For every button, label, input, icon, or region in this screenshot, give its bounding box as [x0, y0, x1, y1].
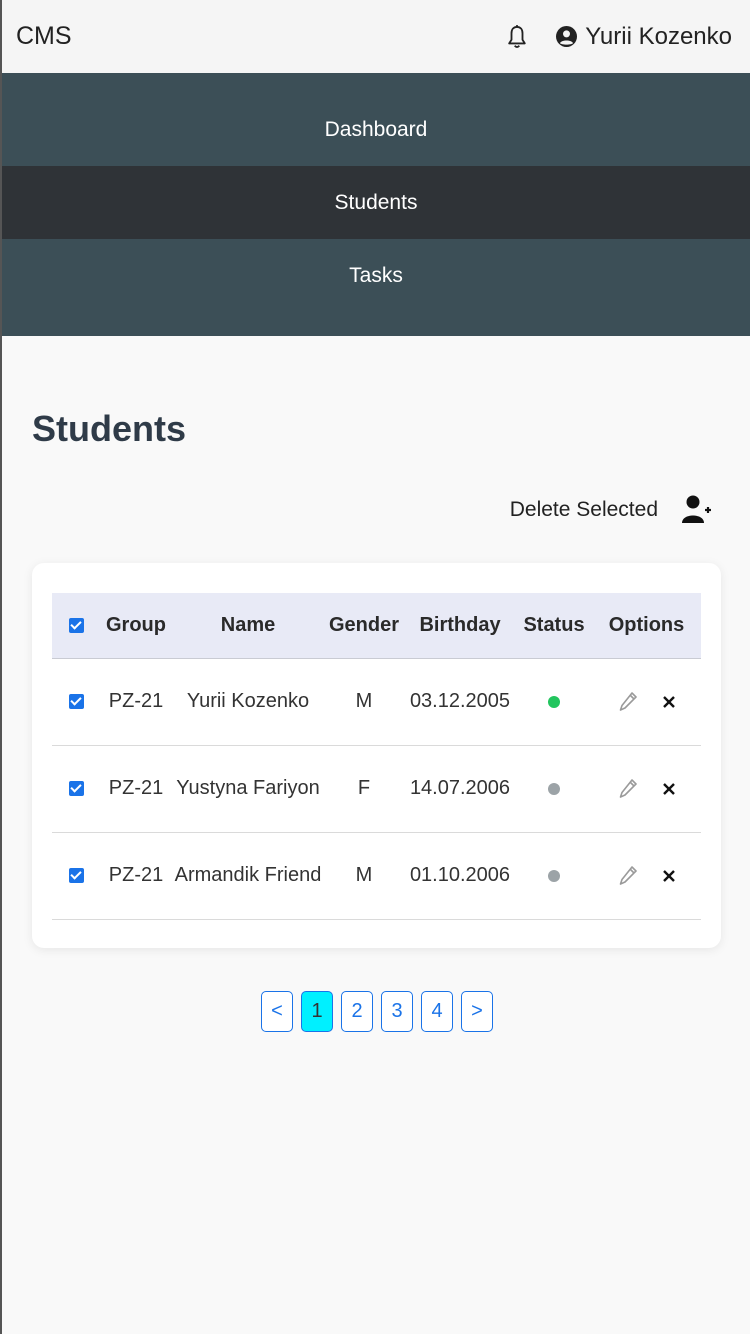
- delete-x-icon[interactable]: [662, 782, 676, 796]
- pagination-page-4[interactable]: 4: [421, 991, 453, 1032]
- status-inactive-indicator: [548, 869, 560, 882]
- row-select-cell: [52, 832, 100, 920]
- cell-status: [516, 832, 592, 920]
- cell-options: [592, 832, 701, 920]
- top-right-group: Yurii Kozenko: [506, 23, 732, 51]
- user-name: Yurii Kozenko: [585, 22, 732, 50]
- edit-pencil-icon[interactable]: [618, 778, 638, 800]
- main-nav: Dashboard Students Tasks: [2, 73, 750, 336]
- students-table: Group Name Gender Birthday Status Option…: [52, 593, 701, 920]
- cell-status: [516, 745, 592, 833]
- edit-pencil-icon[interactable]: [618, 691, 638, 713]
- cell-status: [516, 658, 592, 746]
- pagination-prev-button[interactable]: <: [261, 991, 293, 1032]
- delete-x-icon[interactable]: [662, 869, 676, 883]
- user-avatar-icon: [556, 26, 578, 47]
- page-title: Students: [32, 408, 187, 449]
- delete-x-icon[interactable]: [662, 695, 676, 709]
- bell-icon[interactable]: [506, 24, 528, 50]
- top-bar: CMS Yurii Kozenko: [2, 0, 750, 73]
- edit-pencil-icon[interactable]: [618, 865, 638, 887]
- table-header-row: Group Name Gender Birthday Status Option…: [52, 593, 701, 659]
- table-row: PZ-21 Yurii Kozenko M 03.12.2005: [52, 658, 701, 746]
- table-actions: Delete Selected: [510, 494, 712, 526]
- header-group[interactable]: Group: [100, 593, 172, 659]
- cell-birthday: 03.12.2005: [404, 658, 516, 746]
- pagination-page-2[interactable]: 2: [341, 991, 373, 1032]
- cell-name: Yurii Kozenko: [172, 658, 324, 746]
- nav-item-dashboard[interactable]: Dashboard: [2, 94, 750, 166]
- nav-item-students[interactable]: Students: [2, 166, 750, 239]
- cell-options: [592, 658, 701, 746]
- user-menu[interactable]: Yurii Kozenko: [556, 23, 732, 51]
- select-all-cell: [52, 593, 100, 659]
- nav-item-tasks[interactable]: Tasks: [2, 239, 750, 312]
- header-name[interactable]: Name: [172, 593, 324, 659]
- delete-selected-button[interactable]: Delete Selected: [510, 498, 658, 522]
- status-active-indicator: [548, 695, 560, 708]
- table-row: PZ-21 Yustyna Fariyon F 14.07.2006: [52, 745, 701, 833]
- header-birthday[interactable]: Birthday: [404, 593, 516, 659]
- app-brand[interactable]: CMS: [16, 22, 72, 51]
- cell-gender: F: [324, 745, 404, 833]
- select-all-checkbox[interactable]: [68, 617, 84, 633]
- table-row: PZ-21 Armandik Friend M 01.10.2006: [52, 832, 701, 920]
- pagination-page-1[interactable]: 1: [301, 991, 333, 1032]
- cell-group: PZ-21: [100, 745, 172, 833]
- status-inactive-indicator: [548, 782, 560, 795]
- add-user-icon[interactable]: [682, 494, 712, 526]
- pagination: < 1 2 3 4 >: [261, 991, 501, 1032]
- cell-gender: M: [324, 832, 404, 920]
- pagination-page-3[interactable]: 3: [381, 991, 413, 1032]
- cell-group: PZ-21: [100, 658, 172, 746]
- students-card: Group Name Gender Birthday Status Option…: [32, 563, 721, 948]
- cell-name: Yustyna Fariyon: [172, 745, 324, 833]
- header-gender[interactable]: Gender: [324, 593, 404, 659]
- cell-gender: M: [324, 658, 404, 746]
- row-checkbox[interactable]: [68, 868, 84, 884]
- row-select-cell: [52, 745, 100, 833]
- cell-name: Armandik Friend: [172, 832, 324, 920]
- row-select-cell: [52, 658, 100, 746]
- row-checkbox[interactable]: [68, 781, 84, 797]
- cell-birthday: 01.10.2006: [404, 832, 516, 920]
- header-status[interactable]: Status: [516, 593, 592, 659]
- header-options: Options: [592, 593, 701, 659]
- row-checkbox[interactable]: [68, 694, 84, 710]
- cell-group: PZ-21: [100, 832, 172, 920]
- pagination-next-button[interactable]: >: [461, 991, 493, 1032]
- cell-options: [592, 745, 701, 833]
- cell-birthday: 14.07.2006: [404, 745, 516, 833]
